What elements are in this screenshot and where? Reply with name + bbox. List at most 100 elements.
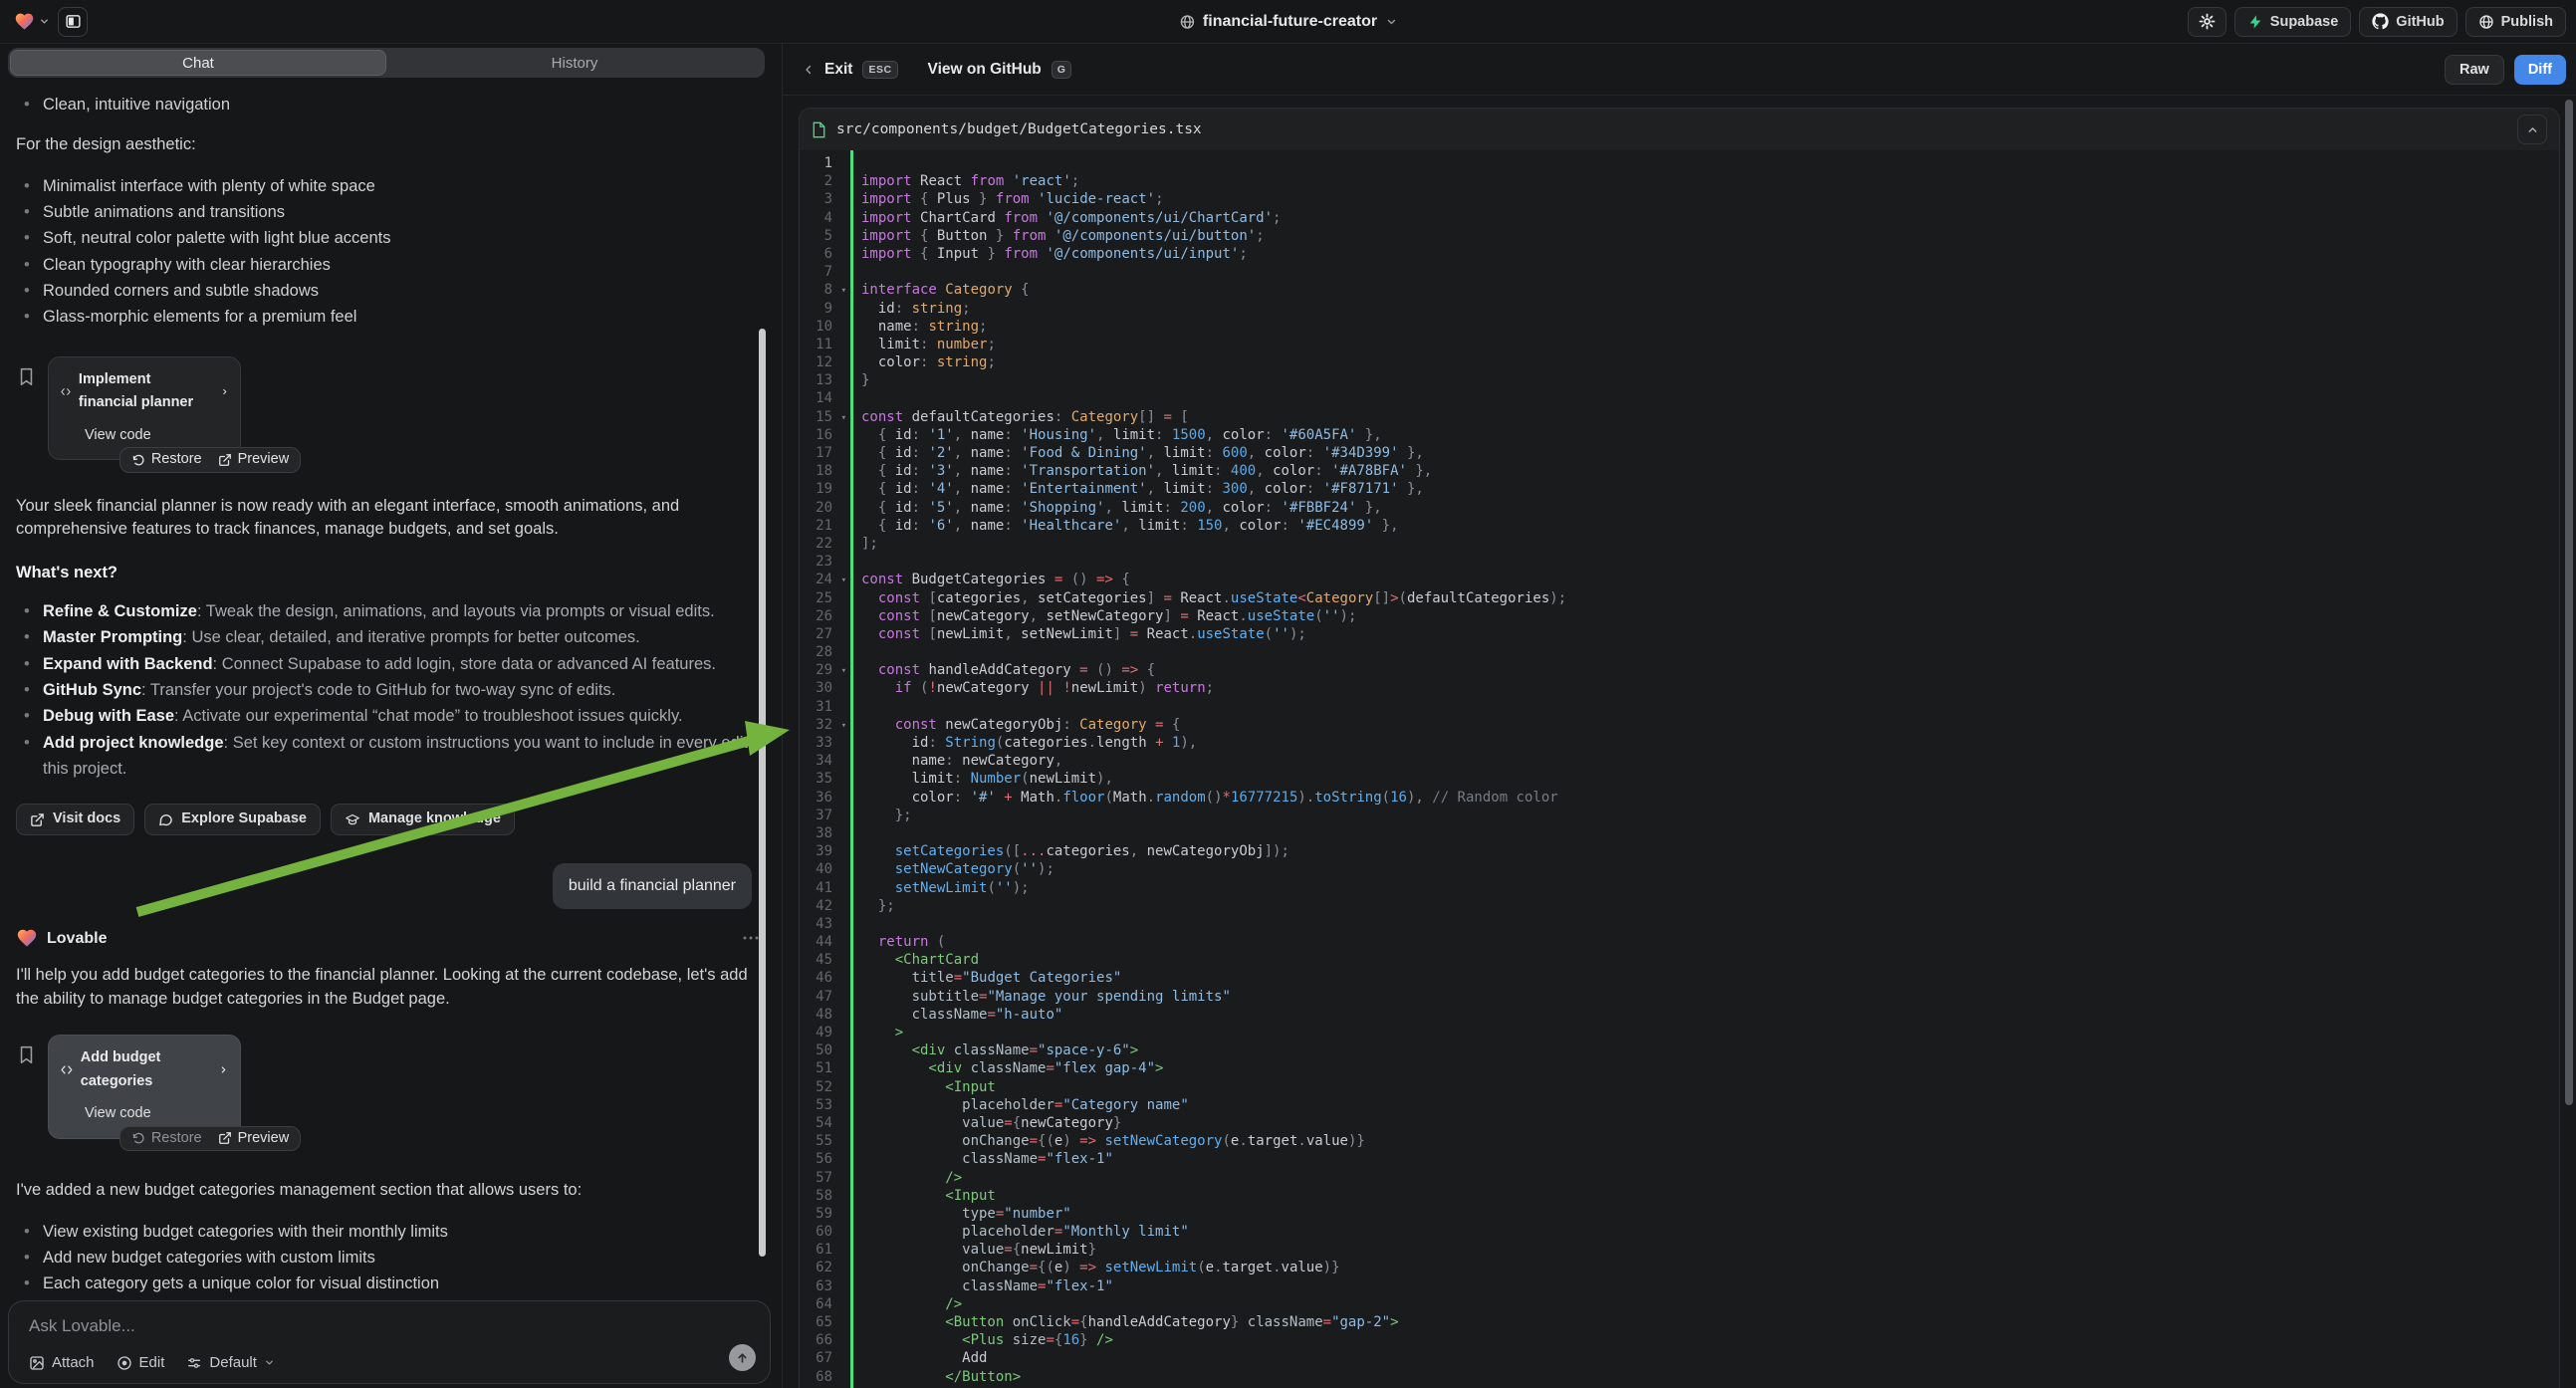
code-line: 35 limit: Number(newLimit), [800, 770, 2559, 788]
code-line: 50 <div className="space-y-6"> [800, 1041, 2559, 1059]
github-label: GitHub [2396, 14, 2444, 30]
sidebar-toggle-button[interactable] [58, 7, 88, 37]
code-line: 67 Add [800, 1349, 2559, 1367]
bookmark-icon[interactable] [18, 1044, 35, 1065]
chevron-up-icon [2526, 123, 2539, 136]
github-button[interactable]: GitHub [2359, 7, 2457, 37]
file-path-row[interactable]: src/components/budget/BudgetCategories.t… [800, 109, 2559, 150]
code-line: 41 setNewLimit(''); [800, 879, 2559, 897]
restore-button[interactable]: Restore [131, 448, 202, 472]
list-item: Clean, intuitive navigation [16, 92, 766, 117]
attach-button[interactable]: Attach [29, 1354, 95, 1371]
code-line: 29▾ const handleAddCategory = () => { [800, 661, 2559, 679]
model-selector[interactable]: Default [186, 1354, 275, 1371]
chevron-right-icon [219, 1064, 228, 1075]
code-scrollbar-thumb[interactable] [2565, 100, 2573, 1105]
globe-icon [1179, 14, 1195, 30]
bookmark-icon[interactable] [18, 366, 35, 387]
chat-input-box[interactable]: Ask Lovable... Attach Edit Default [8, 1300, 771, 1384]
more-options-icon[interactable] [742, 935, 760, 941]
visit-docs-button[interactable]: Visit docs [16, 804, 134, 835]
edit-card-add-budget-categories[interactable]: Add budget categories View code [48, 1035, 241, 1139]
panel-left-icon [65, 13, 82, 30]
settings-button[interactable] [2188, 7, 2226, 37]
exit-button[interactable]: Exit [824, 61, 852, 79]
collapse-file-button[interactable] [2517, 115, 2547, 144]
code-line: 21 { id: '6', name: 'Healthcare', limit:… [800, 517, 2559, 535]
code-line: 34 name: newCategory, [800, 752, 2559, 770]
list-item: View existing budget categories with the… [16, 1219, 766, 1245]
topbar: financial-future-creator Supabase GitHub… [0, 0, 2576, 44]
code-line: 62 onChange={(e) => setNewLimit(e.target… [800, 1259, 2559, 1276]
github-icon [2372, 13, 2389, 30]
code-line: 23 [800, 553, 2559, 571]
code-line: 56 className="flex-1" [800, 1150, 2559, 1168]
preview-button[interactable]: Preview [218, 1127, 290, 1151]
publish-button[interactable]: Publish [2465, 7, 2566, 37]
restore-button[interactable]: Restore [131, 1127, 202, 1151]
edit-mode-button[interactable]: Edit [117, 1354, 165, 1371]
code-line: 60 placeholder="Monthly limit" [800, 1223, 2559, 1241]
code-line: 22]; [800, 535, 2559, 553]
edit-card-implement-financial-planner[interactable]: Implement financial planner View code [48, 356, 241, 461]
manage-knowledge-button[interactable]: Manage knowledge [331, 804, 515, 835]
chat-bubble-icon [158, 812, 173, 827]
code-line: 54 value={newCategory} [800, 1114, 2559, 1132]
chat-scroll-area[interactable]: Clean, intuitive navigation For the desi… [0, 86, 782, 1300]
lovable-heart-icon [14, 11, 35, 32]
code-line: 58 <Input [800, 1187, 2559, 1205]
code-area[interactable]: 12import React from 'react';3import { Pl… [800, 150, 2559, 1388]
preview-button[interactable]: Preview [218, 448, 290, 472]
view-on-github-button[interactable]: View on GitHub [928, 61, 1042, 79]
view-code-link[interactable]: View code [85, 424, 228, 448]
code-line: 45 <ChartCard [800, 951, 2559, 969]
chevron-down-icon [1385, 16, 1397, 28]
list-item: Minimalist interface with plenty of whit… [16, 173, 766, 199]
publish-globe-icon [2478, 14, 2494, 30]
code-line: 19 { id: '4', name: 'Entertainment', lim… [800, 480, 2559, 498]
code-line: 44 return ( [800, 933, 2559, 951]
code-line: 33 id: String(categories.length + 1), [800, 734, 2559, 752]
diff-added-gutter-bar [850, 150, 853, 1388]
code-line: 47 subtitle="Manage your spending limits… [800, 988, 2559, 1006]
project-switcher[interactable]: financial-future-creator [1179, 0, 1397, 44]
list-item: Add new budget categories with custom li… [16, 1245, 766, 1271]
arrow-up-icon [736, 1351, 749, 1364]
supabase-button[interactable]: Supabase [2234, 7, 2352, 37]
list-item: Soft, neutral color palette with light b… [16, 225, 766, 251]
sliders-icon [186, 1355, 202, 1371]
code-lines: 12import React from 'react';3import { Pl… [800, 154, 2559, 1386]
chevron-down-icon [264, 1357, 275, 1368]
restore-icon [131, 453, 145, 467]
tab-chat[interactable]: Chat [10, 50, 386, 76]
tab-history[interactable]: History [386, 50, 763, 76]
card-title-row: Add budget categories [61, 1046, 228, 1093]
send-button[interactable] [729, 1344, 756, 1371]
code-line: 65 <Button onClick={handleAddCategory} c… [800, 1313, 2559, 1331]
design-heading: For the design aesthetic: [16, 133, 766, 157]
list-item: Master Prompting: Use clear, detailed, a… [16, 624, 766, 650]
view-code-link[interactable]: View code [85, 1102, 228, 1126]
assistant-message: I'll help you add budget categories to t… [16, 964, 766, 1011]
edit-card-row: Implement financial planner View code [16, 356, 766, 461]
card-title: Add budget categories [81, 1046, 204, 1093]
code-line: 68 </Button> [800, 1368, 2559, 1386]
code-line: 48 className="h-auto" [800, 1006, 2559, 1024]
list-item: GitHub Sync: Transfer your project's cod… [16, 677, 766, 703]
card-title-row: Implement financial planner [61, 368, 228, 415]
list-item: Rounded corners and subtle shadows [16, 278, 766, 304]
code-line: 7 [800, 263, 2559, 281]
topbar-left [0, 7, 88, 37]
lovable-logo-menu[interactable] [14, 11, 50, 32]
project-title: financial-future-creator [1203, 13, 1377, 31]
chat-scrollbar-thumb[interactable] [759, 329, 766, 1257]
code-header: Exit ESC View on GitHub G Raw Diff [783, 44, 2576, 96]
raw-toggle-button[interactable]: Raw [2445, 55, 2504, 85]
code-panel: Exit ESC View on GitHub G Raw Diff src/c… [782, 44, 2576, 1388]
user-message-bubble: build a financial planner [553, 863, 752, 909]
gear-icon [2199, 13, 2216, 30]
diff-toggle-button[interactable]: Diff [2514, 55, 2566, 85]
code-line: 26 const [newCategory, setNewCategory] =… [800, 607, 2559, 625]
code-line: 20 { id: '5', name: 'Shopping', limit: 2… [800, 499, 2559, 517]
explore-supabase-button[interactable]: Explore Supabase [144, 804, 321, 835]
